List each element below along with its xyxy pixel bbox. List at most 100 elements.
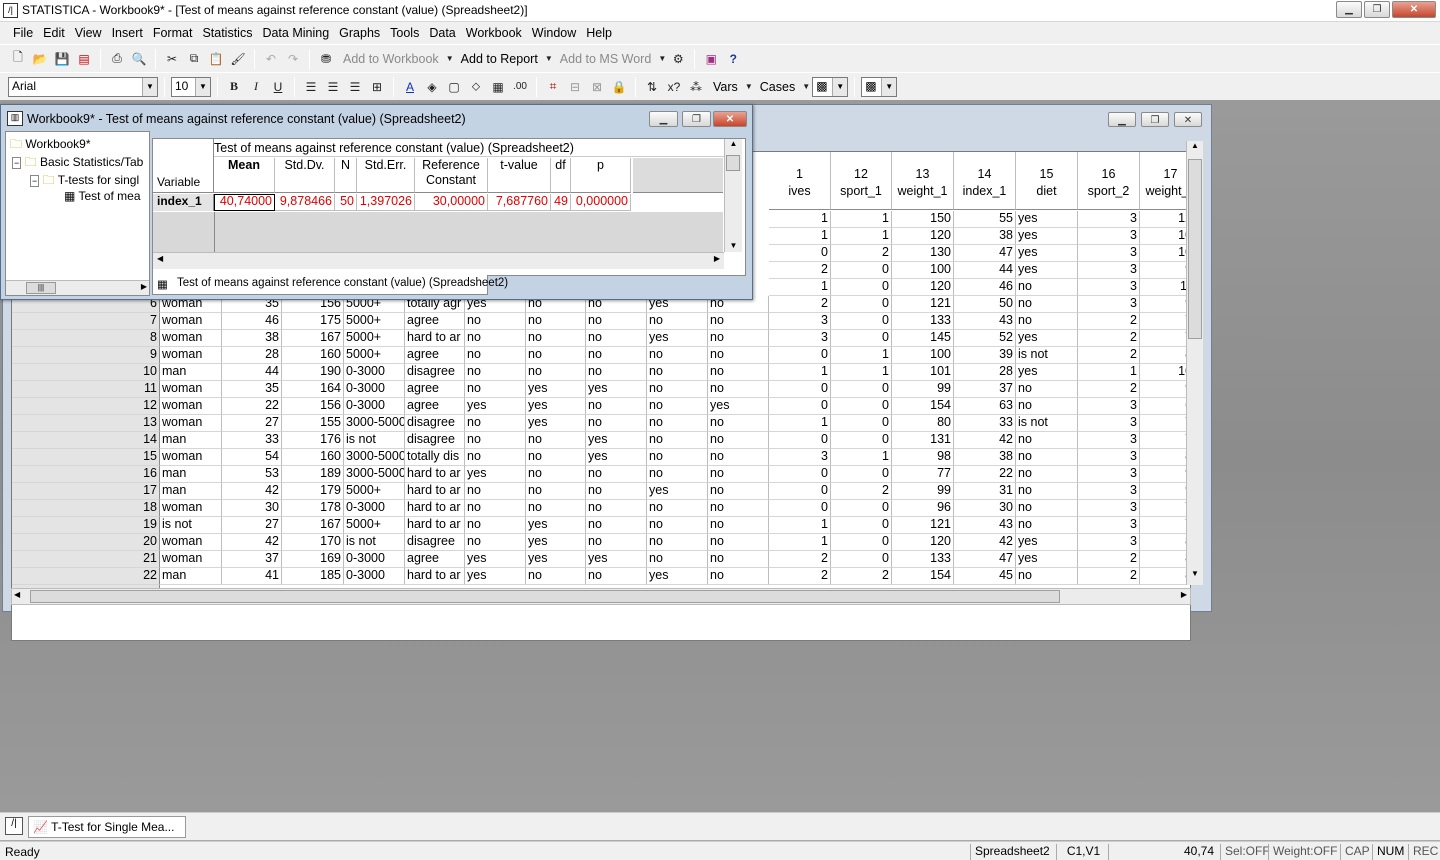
table-cell[interactable]: 38 (954, 228, 1016, 245)
table-cell[interactable]: 2 (769, 296, 831, 313)
chevron-down-icon[interactable]: ▼ (745, 77, 753, 97)
result-column-header[interactable]: df (551, 158, 571, 193)
table-cell[interactable]: 1 (769, 415, 831, 432)
table-cell[interactable]: no (1016, 432, 1078, 449)
result-cell[interactable]: 49 (551, 194, 571, 211)
table-cell[interactable]: 0-3000 (344, 500, 405, 517)
column-header[interactable]: 12 sport_1 (831, 152, 892, 210)
table-cell[interactable]: yes (647, 483, 708, 500)
table-cell[interactable]: no (586, 364, 647, 381)
table-cell[interactable]: yes (647, 568, 708, 585)
sheet-minimize-button[interactable]: ▁ (1108, 112, 1136, 127)
align-left-icon[interactable]: ☰ (301, 77, 321, 97)
table-cell[interactable]: hard to ar (405, 466, 465, 483)
table-cell[interactable]: 22 (954, 466, 1016, 483)
table-cell[interactable]: 46 (222, 313, 282, 330)
table-cell[interactable]: 2 (1078, 551, 1140, 568)
row-number[interactable]: 20 (12, 534, 160, 551)
table-cell[interactable]: yes (1016, 364, 1078, 381)
table-cell[interactable]: 0-3000 (344, 364, 405, 381)
table-cell[interactable]: no (647, 517, 708, 534)
column-header[interactable]: 1 ives (769, 152, 831, 210)
table-cell[interactable]: no (708, 568, 769, 585)
table-cell[interactable]: man (160, 364, 222, 381)
table-cell[interactable]: no (647, 534, 708, 551)
menu-data-mining[interactable]: Data Mining (257, 26, 334, 40)
table-cell[interactable]: no (708, 466, 769, 483)
table-cell[interactable]: no (708, 313, 769, 330)
table-cell[interactable]: no (526, 347, 586, 364)
table-cell[interactable]: 91 (1140, 262, 1190, 279)
table-cell[interactable]: is not (344, 432, 405, 449)
table-cell[interactable]: 37 (222, 551, 282, 568)
table-cell[interactable]: no (647, 347, 708, 364)
table-cell[interactable]: yes (708, 398, 769, 415)
cases-menu[interactable]: Cases (755, 80, 800, 94)
table-cell[interactable]: 1 (769, 228, 831, 245)
table-cell[interactable]: yes (526, 415, 586, 432)
options-icon[interactable]: ⚙ (668, 49, 688, 69)
table-cell[interactable]: 3000-5000 (344, 449, 405, 466)
table-cell[interactable]: no (526, 432, 586, 449)
table-cell[interactable]: 3 (1078, 517, 1140, 534)
table-cell[interactable]: 46 (954, 279, 1016, 296)
table-cell[interactable]: 2 (1078, 381, 1140, 398)
restore-button[interactable]: ❐ (1364, 1, 1390, 18)
table-cell[interactable]: 47 (954, 551, 1016, 568)
table-row[interactable]: 20 woman 42 170 is not disagree no yes no no no 1 0 1… (12, 534, 1190, 551)
table-cell[interactable]: 5000+ (344, 313, 405, 330)
menu-workbook[interactable]: Workbook (461, 26, 527, 40)
row-number[interactable]: 11 (12, 381, 160, 398)
table-cell[interactable]: 0 (831, 432, 892, 449)
table-cell[interactable]: no (1016, 517, 1078, 534)
table-cell[interactable]: 176 (282, 432, 344, 449)
table-cell[interactable]: 3 (769, 449, 831, 466)
variables-icon[interactable]: x? (664, 77, 684, 97)
table-cell[interactable]: 39 (954, 347, 1016, 364)
table-cell[interactable]: 2 (1078, 568, 1140, 585)
table-cell[interactable]: yes (526, 398, 586, 415)
table-cell[interactable]: no (647, 415, 708, 432)
table-cell[interactable]: 38 (954, 449, 1016, 466)
table-cell[interactable]: no (526, 483, 586, 500)
table-cell[interactable]: 179 (282, 483, 344, 500)
table-cell[interactable]: 53 (222, 466, 282, 483)
workbook-minimize-button[interactable]: ▁ (649, 111, 678, 127)
table-cell[interactable]: no (526, 466, 586, 483)
table-cell[interactable]: woman (160, 449, 222, 466)
table-cell[interactable]: no (1016, 449, 1078, 466)
table-cell[interactable]: no (1016, 296, 1078, 313)
table-cell[interactable]: 0-3000 (344, 551, 405, 568)
table-cell[interactable]: 100 (892, 262, 954, 279)
table-cell[interactable]: 133 (892, 313, 954, 330)
table-cell[interactable]: 2 (1078, 347, 1140, 364)
table-cell[interactable]: hard to ar (405, 330, 465, 347)
table-cell[interactable]: 3 (1078, 228, 1140, 245)
table-cell[interactable]: woman (160, 551, 222, 568)
app-icon[interactable]: /| (5, 817, 23, 835)
bold-icon[interactable]: B (224, 77, 244, 97)
table-cell[interactable]: 0 (831, 262, 892, 279)
table-cell[interactable]: yes (586, 551, 647, 568)
align-center-icon[interactable]: ☰ (323, 77, 343, 97)
table-cell[interactable]: 96 (892, 500, 954, 517)
table-cell[interactable]: 160 (282, 449, 344, 466)
menu-insert[interactable]: Insert (107, 26, 148, 40)
table-cell[interactable]: 42 (222, 534, 282, 551)
row-number[interactable]: 18 (12, 500, 160, 517)
table-cell[interactable]: 80 (1140, 534, 1190, 551)
table-cell[interactable]: disagree (405, 364, 465, 381)
result-cell[interactable]: 40,74000 (214, 194, 275, 211)
table-cell[interactable]: hard to ar (405, 568, 465, 585)
table-cell[interactable]: 3 (1078, 500, 1140, 517)
tree-node-test-of-means[interactable]: ▦ Test of mea (64, 189, 141, 203)
table-cell[interactable]: 121 (1140, 211, 1190, 228)
table-cell[interactable]: no (647, 432, 708, 449)
table-cell[interactable]: 2 (769, 262, 831, 279)
table-row[interactable]: 21 woman 37 169 0-3000 agree yes yes yes no no 2 0 13… (12, 551, 1190, 568)
fill-color-icon[interactable]: ◈ (422, 77, 442, 97)
table-cell[interactable]: 1 (831, 449, 892, 466)
table-cell[interactable]: woman (160, 313, 222, 330)
result-cell[interactable]: 0,000000 (571, 194, 631, 211)
table-cell[interactable]: yes (1016, 534, 1078, 551)
